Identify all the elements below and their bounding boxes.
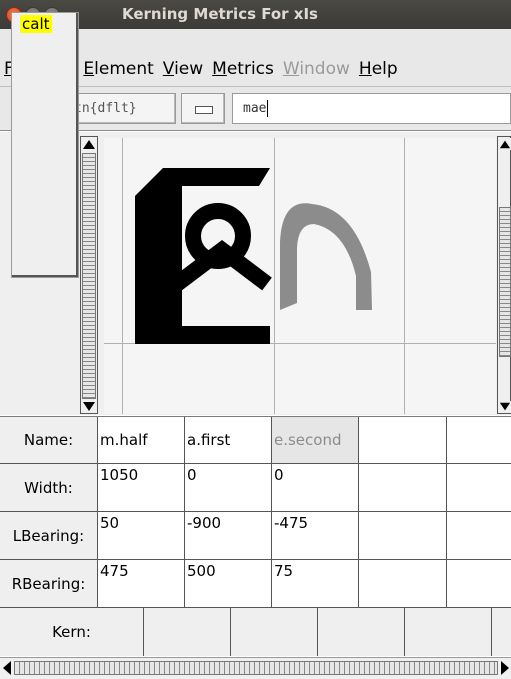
lbearing-cell-2[interactable]: -900: [185, 512, 272, 559]
menu-label-rest: lement: [94, 59, 154, 79]
menu-label-rest: etrics: [226, 59, 274, 79]
metrics-table: Name: m.half a.first e.second Width: 105…: [0, 416, 511, 661]
table-row-kern: Kern:: [0, 608, 511, 656]
row-label-lbearing: LBearing:: [0, 512, 98, 559]
window-title: Kerning Metrics For xIs: [122, 5, 318, 23]
scroll-down-icon[interactable]: [82, 401, 96, 413]
name-cell-2[interactable]: a.first: [185, 417, 272, 463]
menu-mnemonic: H: [358, 59, 372, 79]
menu-element[interactable]: Element: [83, 59, 153, 79]
scroll-thumb[interactable]: [499, 207, 511, 357]
glyph-e-second: [280, 203, 372, 310]
scroll-left-icon[interactable]: [1, 660, 13, 676]
feature-scrollbar[interactable]: [80, 136, 98, 414]
toggle-button[interactable]: [181, 93, 225, 124]
menu-label-rest: elp: [371, 59, 398, 79]
scroll-up-icon[interactable]: [499, 138, 511, 150]
width-cell-2[interactable]: 0: [185, 464, 272, 511]
menu-label-rest: indow: [299, 59, 350, 79]
table-row-name: Name: m.half a.first e.second: [0, 417, 511, 464]
scroll-up-icon[interactable]: [82, 138, 96, 150]
glyph-a-first: [172, 203, 272, 291]
menu-mnemonic: W: [282, 59, 300, 79]
scroll-thumb[interactable]: [14, 661, 498, 675]
kern-cell-1[interactable]: [144, 608, 231, 656]
table-row-lbearing: LBearing: 50 -900 -475: [0, 512, 511, 560]
glyph-canvas[interactable]: [104, 138, 496, 414]
name-cell-3[interactable]: e.second: [272, 417, 359, 463]
rbearing-cell-1[interactable]: 475: [98, 560, 185, 607]
menu-mnemonic: M: [212, 59, 227, 79]
row-label-kern: Kern:: [0, 608, 144, 656]
lbearing-cell-1[interactable]: 50: [98, 512, 185, 559]
lbearing-cell-5[interactable]: [447, 512, 511, 559]
menu-window[interactable]: Window: [283, 59, 350, 79]
menu-mnemonic: V: [162, 59, 175, 79]
row-label-name: Name:: [0, 417, 98, 463]
feature-list[interactable]: calt: [11, 12, 79, 278]
menu-mnemonic: E: [83, 59, 95, 79]
canvas-scrollbar[interactable]: [497, 136, 511, 414]
kern-cell-2[interactable]: [231, 608, 318, 656]
menu-help[interactable]: Help: [359, 59, 398, 79]
width-cell-1[interactable]: 1050: [98, 464, 185, 511]
table-row-width: Width: 1050 0 0: [0, 464, 511, 512]
glyph-text-input[interactable]: mae: [232, 93, 511, 124]
scroll-right-icon[interactable]: [499, 660, 511, 676]
kern-cell-5[interactable]: [492, 608, 511, 656]
lbearing-cell-3[interactable]: -475: [272, 512, 359, 559]
kern-cell-4[interactable]: [405, 608, 492, 656]
width-cell-3[interactable]: 0: [272, 464, 359, 511]
horizontal-scrollbar[interactable]: [0, 657, 511, 679]
lbearing-cell-4[interactable]: [359, 512, 447, 559]
name-cell-1[interactable]: m.half: [98, 417, 185, 463]
width-cell-4[interactable]: [359, 464, 447, 511]
rbearing-cell-2[interactable]: 500: [185, 560, 272, 607]
menu-view[interactable]: View: [163, 59, 203, 79]
kern-cell-3[interactable]: [318, 608, 405, 656]
menu-metrics[interactable]: Metrics: [212, 59, 274, 79]
rbearing-cell-4[interactable]: [359, 560, 447, 607]
menu-label-rest: iew: [174, 59, 204, 79]
scroll-down-icon[interactable]: [499, 401, 511, 413]
rbearing-cell-3[interactable]: 75: [272, 560, 359, 607]
name-cell-5[interactable]: [447, 417, 511, 463]
feature-item-calt[interactable]: calt: [20, 15, 52, 33]
glyph-preview: [135, 168, 372, 344]
scroll-thumb[interactable]: [82, 153, 96, 399]
glyph-text-value: mae: [243, 101, 267, 116]
name-cell-4[interactable]: [359, 417, 447, 463]
row-label-rbearing: RBearing:: [0, 560, 98, 607]
rbearing-cell-5[interactable]: [447, 560, 511, 607]
table-row-rbearing: RBearing: 475 500 75: [0, 560, 511, 608]
text-caret: [267, 100, 269, 117]
width-cell-5[interactable]: [447, 464, 511, 511]
row-label-width: Width:: [0, 464, 98, 511]
